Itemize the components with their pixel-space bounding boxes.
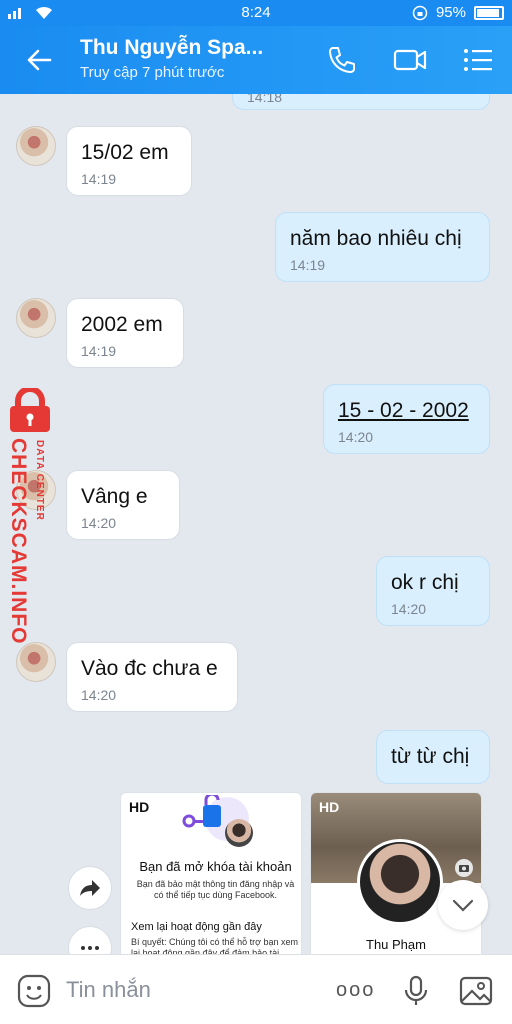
image-attachment[interactable]: HD Bạn đã mở khóa tài khoản Bạn đã bảo m… xyxy=(120,792,302,962)
chat-header: Thu Nguyễn Spa... Truy cập 7 phút trước xyxy=(0,26,512,94)
watermark-subtitle: DATA CENTER xyxy=(34,440,45,521)
message-text: ok r chị xyxy=(391,571,459,594)
message-input[interactable]: Tin nhắn xyxy=(66,977,151,1003)
message-bubble-out[interactable]: năm bao nhiêu chị 14:19 xyxy=(275,212,490,282)
card-body: Bạn đã bảo mật thông tin đăng nhập và có… xyxy=(136,879,295,900)
message-bubble-in[interactable]: Vâng e 14:20 xyxy=(66,470,180,540)
message-time: 14:19 xyxy=(81,171,117,187)
message-time: 14:19 xyxy=(290,257,326,273)
hd-badge: HD xyxy=(129,799,150,815)
sticker-icon[interactable] xyxy=(16,973,52,1009)
image-attachment[interactable]: HD Thu Phạm xyxy=(310,792,482,962)
profile-thumbnail xyxy=(225,819,253,847)
image-gallery-icon[interactable] xyxy=(458,973,494,1009)
scroll-down-button[interactable] xyxy=(438,880,488,930)
message-bubble-in[interactable]: Vào đc chưa e 14:20 xyxy=(66,642,238,712)
hd-badge: HD xyxy=(319,799,340,815)
message-bubble-partial[interactable]: 14:18 xyxy=(232,94,490,110)
forward-button[interactable] xyxy=(68,866,112,910)
message-input-bar: Tin nhắn ooo xyxy=(0,954,512,1024)
phone-icon[interactable] xyxy=(324,42,360,78)
watermark: CHECKSCAM.INFO DATA CENTER xyxy=(2,388,58,645)
profile-name: Thu Phạm xyxy=(366,937,426,952)
profile-photo xyxy=(357,839,443,925)
microphone-icon[interactable] xyxy=(398,973,434,1009)
status-bar: 8:24 95% xyxy=(0,0,512,26)
contact-name[interactable]: Thu Nguyễn Spa... xyxy=(80,36,263,60)
card-heading: Bạn đã mở khóa tài khoản xyxy=(139,859,292,874)
avatar[interactable] xyxy=(16,126,56,166)
message-bubble-out[interactable]: 15 - 02 - 2002 14:20 xyxy=(323,384,490,454)
forward-icon xyxy=(80,880,100,896)
message-time: 14:20 xyxy=(391,601,427,617)
back-arrow-icon[interactable] xyxy=(20,40,60,80)
last-seen: Truy cập 7 phút trước xyxy=(80,64,225,81)
more-actions-icon[interactable]: ooo xyxy=(336,979,375,1002)
date-link[interactable]: 15 - 02 - 2002 xyxy=(338,399,475,423)
rotation-lock-icon xyxy=(412,5,428,20)
message-text: từ từ chị xyxy=(391,745,470,768)
message-bubble-in[interactable]: 15/02 em 14:19 xyxy=(66,126,192,196)
message-time: 14:20 xyxy=(338,429,374,445)
card-subheading: Xem lại hoạt động gần đây xyxy=(131,921,262,933)
battery-percent: 95% xyxy=(435,4,466,21)
message-time: 14:20 xyxy=(81,687,117,703)
avatar[interactable] xyxy=(16,642,56,682)
video-call-icon[interactable] xyxy=(392,42,428,78)
message-time: 14:19 xyxy=(81,343,117,359)
more-dots-icon xyxy=(81,946,99,950)
message-bubble-in[interactable]: 2002 em 14:19 xyxy=(66,298,184,368)
message-bubble-out[interactable]: ok r chị 14:20 xyxy=(376,556,490,626)
message-text: 2002 em xyxy=(81,313,163,336)
camera-icon xyxy=(455,859,473,877)
message-text: 15/02 em xyxy=(81,141,169,164)
lock-icon xyxy=(10,388,50,432)
battery-icon xyxy=(474,5,504,20)
menu-list-icon[interactable] xyxy=(460,42,496,78)
message-text: năm bao nhiêu chị xyxy=(290,227,462,250)
avatar[interactable] xyxy=(16,298,56,338)
message-text: Vâng e xyxy=(81,485,148,508)
message-time: 14:20 xyxy=(81,515,117,531)
message-bubble-out[interactable]: từ từ chị xyxy=(376,730,490,784)
chevron-down-icon xyxy=(452,899,474,912)
watermark-brand: CHECKSCAM.INFO xyxy=(7,438,30,645)
message-text: Vào đc chưa e xyxy=(81,657,218,680)
